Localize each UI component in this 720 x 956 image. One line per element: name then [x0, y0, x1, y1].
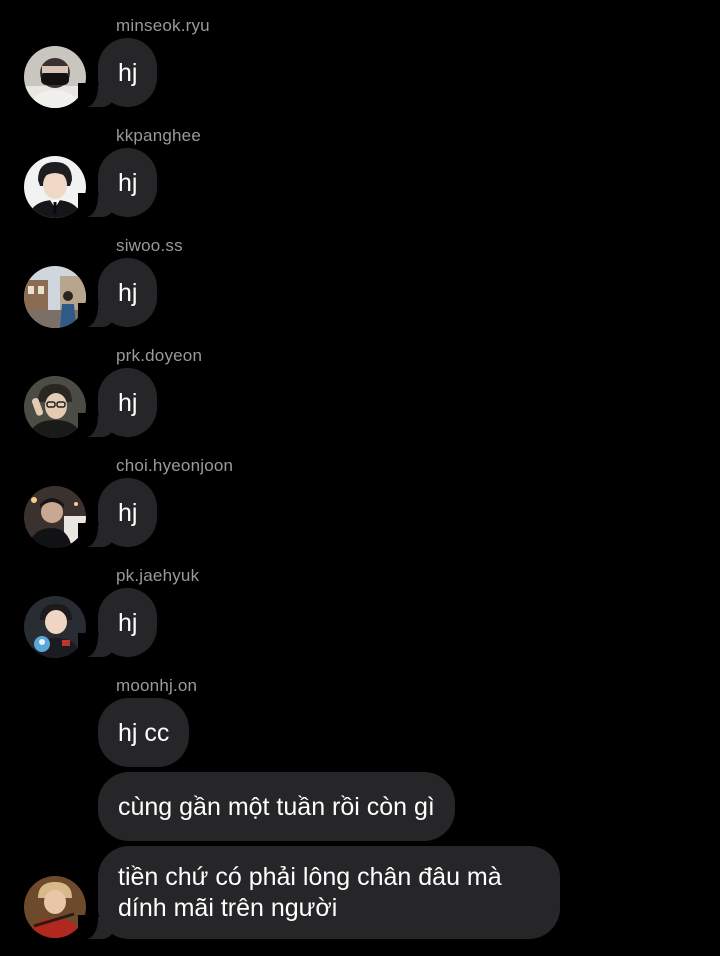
avatar-person-plush[interactable]: [24, 596, 86, 658]
sender-username[interactable]: choi.hyeonjoon: [116, 456, 233, 476]
avatar-person-street[interactable]: [24, 266, 86, 328]
message-text: hj: [118, 59, 138, 87]
chat-thread: minseok.ryu hj kkpanghee hj siwoo.ss hj …: [0, 0, 720, 956]
message-bubble[interactable]: hj: [77, 38, 158, 107]
sender-username[interactable]: minseok.ryu: [116, 16, 210, 36]
avatar-person-red[interactable]: [24, 876, 86, 938]
message-text: hj: [118, 279, 138, 307]
sender-username[interactable]: moonhj.on: [116, 676, 197, 696]
avatar-person-dark[interactable]: [24, 486, 86, 548]
message-text: tiền chứ có phải lông chân đâu mà dính m…: [118, 863, 502, 922]
avatar-person-glasses[interactable]: [24, 376, 86, 438]
message-text: hj cc: [118, 719, 170, 747]
avatar-masked-person[interactable]: [24, 46, 86, 108]
message-bubble[interactable]: tiền chứ có phải lông chân đâu mà dính m…: [78, 846, 560, 939]
message-bubble[interactable]: hj: [77, 368, 158, 437]
message-bubble[interactable]: hj: [77, 258, 158, 327]
sender-username[interactable]: siwoo.ss: [116, 236, 183, 256]
message-bubble[interactable]: cùng gần một tuần rồi còn gì: [98, 772, 455, 841]
message-bubble[interactable]: hj cc: [98, 698, 190, 767]
message-text: hj: [118, 609, 138, 637]
avatar-person-suit[interactable]: [24, 156, 86, 218]
message-bubble[interactable]: hj: [77, 148, 158, 217]
message-text: hj: [118, 389, 138, 417]
message-text: cùng gần một tuần rồi còn gì: [118, 793, 435, 821]
message-bubble[interactable]: hj: [77, 588, 158, 657]
sender-username[interactable]: pk.jaehyuk: [116, 566, 199, 586]
message-text: hj: [118, 169, 138, 197]
message-text: hj: [118, 499, 138, 527]
message-bubble[interactable]: hj: [77, 478, 158, 547]
sender-username[interactable]: prk.doyeon: [116, 346, 202, 366]
sender-username[interactable]: kkpanghee: [116, 126, 201, 146]
